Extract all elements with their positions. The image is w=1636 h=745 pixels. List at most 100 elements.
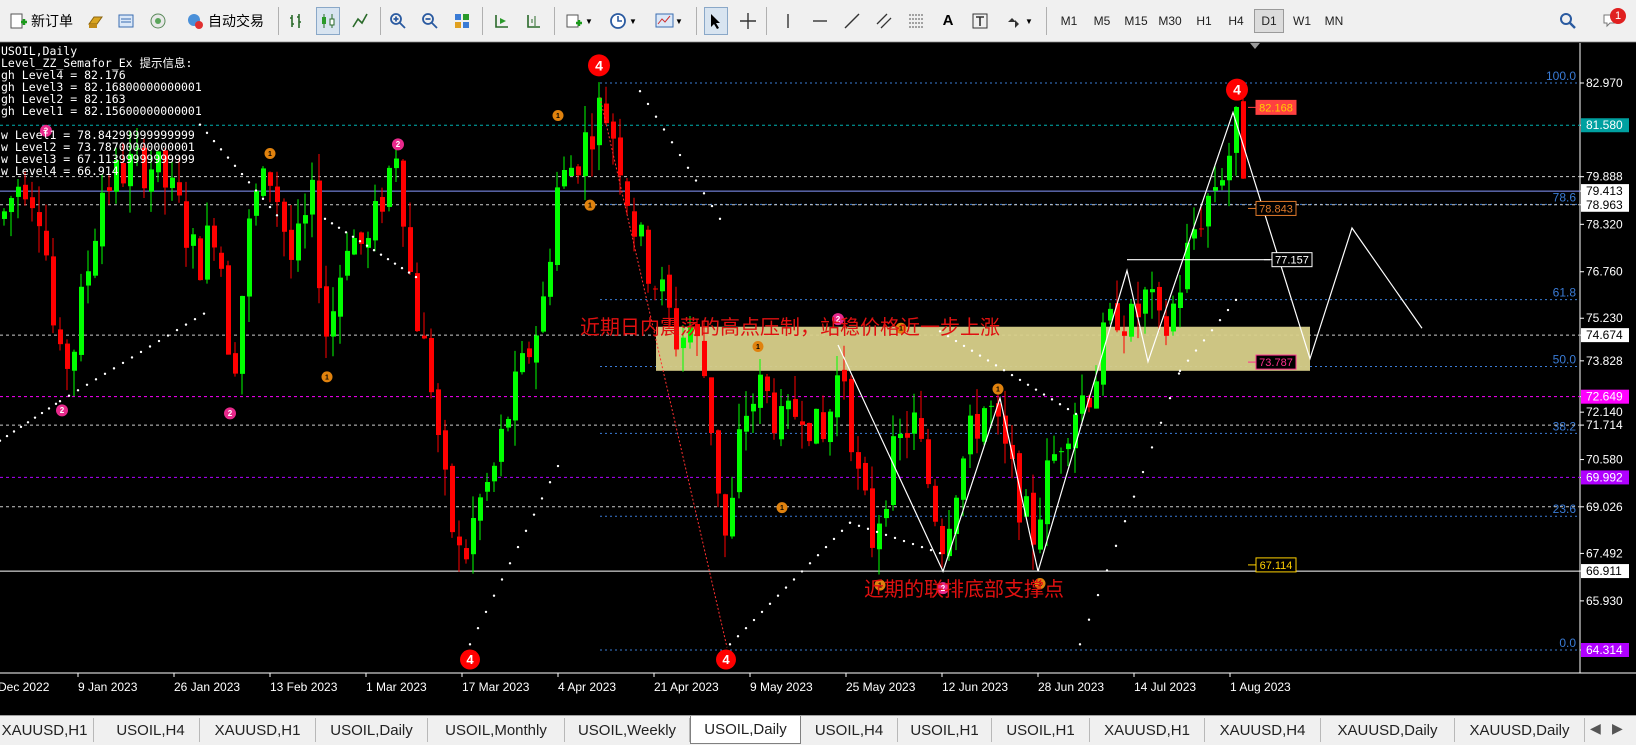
indicators-menu-button[interactable]: ▼	[562, 7, 596, 35]
timeframe-m15[interactable]: M15	[1119, 9, 1153, 33]
sar-dot	[184, 323, 188, 326]
candle-body	[758, 374, 763, 408]
timeframe-m30[interactable]: M30	[1153, 9, 1187, 33]
horizontal-line-button[interactable]	[808, 7, 832, 35]
timeframe-h1[interactable]: H1	[1189, 9, 1219, 33]
chart-tab[interactable]: USOIL,H4	[801, 718, 898, 742]
chart-tab[interactable]: USOIL,Monthly	[428, 718, 565, 742]
semafor-label: 4	[1233, 82, 1241, 98]
price-axis-label: 70.580	[1586, 453, 1623, 467]
fibonacci-button[interactable]	[904, 7, 928, 35]
chart-tab[interactable]: XAUUSD,H4	[1205, 718, 1321, 742]
zoom-in-button[interactable]	[386, 7, 410, 35]
sar-dot	[702, 192, 706, 195]
templates-menu-button[interactable]: ▼	[650, 7, 688, 35]
candle-body	[1220, 180, 1225, 186]
candlestick-button[interactable]	[316, 7, 340, 35]
chart-tab[interactable]: USOIL,Daily	[690, 716, 801, 744]
chart-shift-button[interactable]	[522, 7, 546, 35]
auto-trade-button[interactable]: 自动交易	[180, 7, 270, 35]
notifications-button[interactable]: 1	[1596, 7, 1626, 35]
new-order-label: 新订单	[31, 14, 73, 30]
candle-body	[1143, 289, 1148, 314]
sar-dot	[275, 214, 279, 217]
crosshair-tool-button[interactable]	[736, 7, 760, 35]
chart-tab[interactable]: XAUUSD,Daily	[1321, 718, 1455, 742]
chart-tab[interactable]: USOIL,H1	[898, 718, 992, 742]
timeframe-h4[interactable]: H4	[1221, 9, 1251, 33]
chart-tab[interactable]: XAUUSD,H1	[0, 718, 94, 742]
sar-dot	[1050, 398, 1054, 401]
candle-body	[443, 430, 448, 470]
sar-dot	[166, 334, 170, 337]
bar-chart-button[interactable]	[284, 7, 308, 35]
tabs-scroll-left-icon[interactable]: ◀	[1590, 720, 1601, 737]
chart-tab[interactable]: USOIL,Weekly	[565, 718, 690, 742]
sar-dot	[736, 635, 740, 638]
timeframe-d1[interactable]: D1	[1254, 9, 1284, 33]
timeframe-m1[interactable]: M1	[1054, 9, 1084, 33]
tile-windows-button[interactable]	[450, 7, 474, 35]
cursor-tool-button[interactable]	[704, 7, 728, 35]
sar-dot	[694, 179, 698, 182]
candle-body	[233, 353, 238, 374]
candle-body	[338, 277, 343, 317]
line-chart-button[interactable]	[348, 7, 372, 35]
sar-dot	[12, 430, 16, 433]
candle-body	[23, 184, 28, 200]
price-axis-label: 79.888	[1586, 170, 1623, 184]
candle-body	[940, 526, 945, 555]
fib-level-label: 78.6	[1553, 190, 1577, 204]
periods-menu-button[interactable]: ▼	[606, 7, 640, 35]
data-window-button[interactable]	[114, 7, 138, 35]
candle-body	[303, 215, 308, 224]
chart-tab[interactable]: XAUUSD,H1	[200, 718, 316, 742]
timeframe-mn[interactable]: MN	[1318, 9, 1350, 33]
candle-body	[436, 389, 441, 436]
arrows-menu-button[interactable]: ▼	[1000, 7, 1038, 35]
timeframe-w1[interactable]: W1	[1287, 9, 1317, 33]
candle-body	[1066, 443, 1071, 450]
tabs-scroll-right-icon[interactable]: ▶	[1612, 720, 1623, 737]
candle-body	[464, 548, 469, 560]
sar-dot	[548, 481, 552, 484]
price-axis-label: 81.580	[1586, 118, 1623, 132]
sar-dot	[226, 156, 230, 159]
chart-tab[interactable]: USOIL,Daily	[316, 718, 428, 742]
chart-tab[interactable]: USOIL,H4	[102, 718, 200, 742]
candle-body	[506, 418, 511, 428]
candle-body	[989, 405, 994, 407]
candle-body	[513, 371, 518, 421]
candle-body	[1045, 460, 1050, 525]
candle-body	[891, 436, 896, 506]
date-axis-label: 21 Apr 2023	[654, 680, 719, 694]
chart-tab[interactable]: XAUUSD,Daily	[1455, 718, 1585, 742]
vertical-line-button[interactable]	[776, 7, 800, 35]
sar-dot	[662, 128, 666, 131]
text-tool-button[interactable]: A	[936, 7, 960, 35]
candle-body	[184, 201, 189, 248]
sar-dot	[1058, 403, 1062, 406]
trendline-button[interactable]	[840, 7, 864, 35]
search-button[interactable]	[1554, 7, 1582, 35]
market-watch-button[interactable]	[84, 7, 108, 35]
text-label-button[interactable]	[968, 7, 992, 35]
navigator-button[interactable]	[146, 7, 170, 35]
candle-body	[583, 132, 588, 177]
equidistant-channel-button[interactable]	[872, 7, 896, 35]
candle-body	[212, 225, 217, 248]
zoom-out-button[interactable]	[418, 7, 442, 35]
sar-dot	[139, 350, 143, 354]
auto-scroll-button[interactable]	[490, 7, 514, 35]
candle-body	[282, 201, 287, 232]
sar-dot	[1186, 359, 1190, 362]
candle-body	[191, 234, 196, 246]
sar-dot	[1177, 372, 1181, 375]
chart-tab[interactable]: XAUUSD,H1	[1090, 718, 1205, 742]
chart-tab[interactable]: USOIL,H1	[992, 718, 1090, 742]
price-chart[interactable]: 100.0 78.6 61.8 50.0 38.2 23.6 0.0 4 4 4 4 2 2 2 2 2 2 1 1…	[0, 42, 1636, 715]
semafor-label: 1	[780, 505, 784, 512]
candle-body	[926, 439, 931, 485]
timeframe-m5[interactable]: M5	[1087, 9, 1117, 33]
new-order-button[interactable]: 新订单	[4, 7, 78, 35]
